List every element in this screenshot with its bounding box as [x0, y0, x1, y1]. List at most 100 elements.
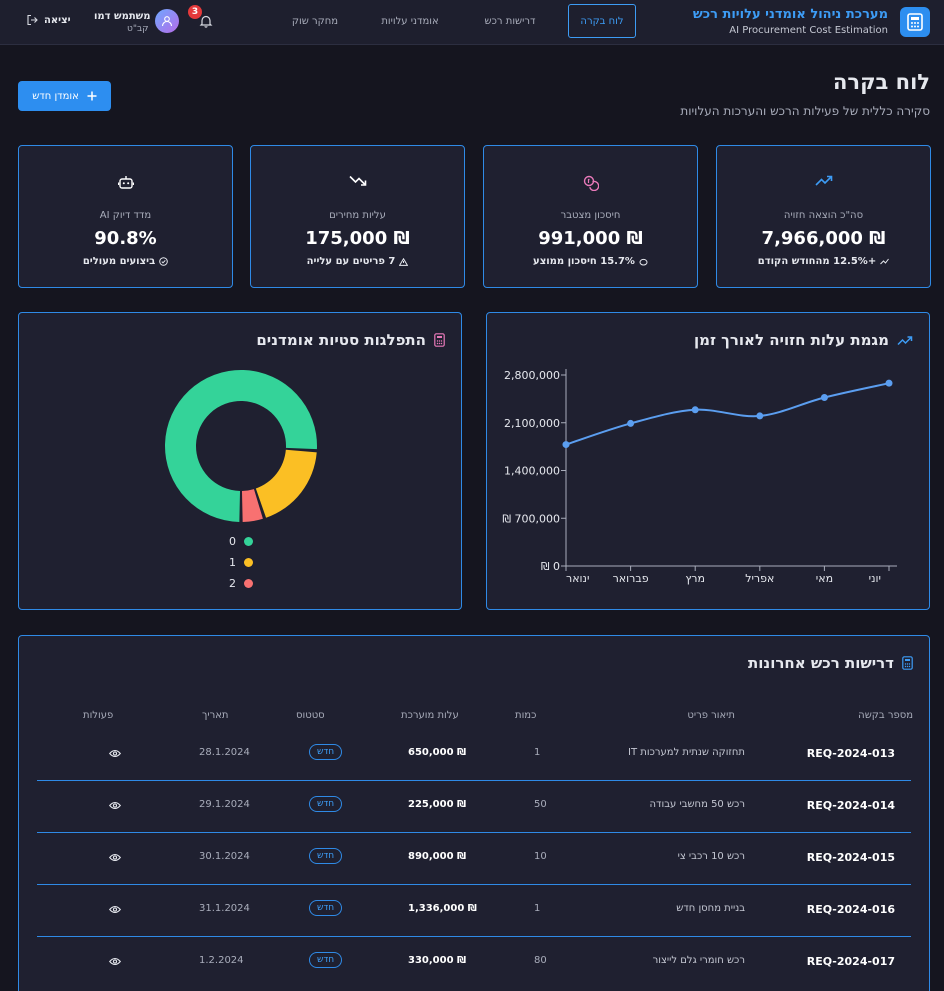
status-badge: חדש: [309, 900, 343, 916]
stat-footnote-text: ביצועים מעולים: [82, 256, 156, 267]
date: 30.1.2024: [199, 851, 250, 862]
legend-label: 1: [229, 556, 236, 569]
table-row: REQ-2024-017 רכש חומרי גלם לייצור 80 ₪ 3…: [37, 937, 911, 989]
page-subtitle: סקירה כללית של פעילות הרכש והערכות העלוי…: [680, 104, 930, 118]
item-description: בניית מחסן חדש: [676, 903, 745, 914]
estimated-cost: ₪ 330,000: [408, 955, 467, 966]
donut-legend: 0 1 2: [229, 531, 253, 594]
legend-dot: [244, 579, 253, 588]
stat-card-savings: חיסכון מצטבר ₪ 991,000 15.7% חיסכון ממוצ…: [483, 145, 698, 288]
table-row: REQ-2024-013 תחזוקה שנתית למערכות IT 1 ₪…: [37, 729, 911, 781]
request-id[interactable]: REQ-2024-014: [807, 799, 895, 812]
date: 1.2.2024: [199, 955, 244, 966]
user-icon: [161, 16, 173, 27]
y-tick-label: 2,100,000: [504, 417, 560, 430]
tab-market-research[interactable]: מחקר שוק: [280, 4, 350, 38]
user-role: קב"ט: [127, 24, 149, 34]
stat-value: ₪ 175,000: [305, 228, 410, 249]
col-header-actions: פעולות: [83, 710, 114, 721]
logout-button[interactable]: יציאה: [26, 14, 71, 26]
tab-cost-estimates[interactable]: אומדני עלויות: [368, 4, 452, 38]
request-id[interactable]: REQ-2024-013: [807, 747, 895, 760]
bell-icon[interactable]: [199, 14, 213, 28]
quantity: 1: [534, 903, 541, 914]
quantity: 1: [534, 747, 541, 758]
legend-dot: [244, 537, 253, 546]
trending-up-icon: [717, 175, 930, 191]
x-tick-label: ינואר: [566, 572, 589, 585]
date: 31.1.2024: [199, 903, 250, 914]
legend-label: 0: [229, 535, 236, 548]
data-point: [756, 412, 764, 420]
stat-footnote: ביצועים מעולים: [19, 256, 232, 267]
date: 29.1.2024: [199, 799, 250, 810]
stat-card-price-increases: עליות מחירים ₪ 175,000 7 פריטים עם עלייה: [250, 145, 465, 288]
avatar[interactable]: [155, 9, 179, 33]
stat-value: ₪ 7,966,000: [761, 228, 886, 249]
user-name: משתמש דמו: [94, 11, 151, 22]
robot-icon: [19, 175, 232, 191]
legend-label: 2: [229, 577, 236, 590]
donut-slice: [255, 449, 317, 518]
app-subtitle: AI Procurement Cost Estimation: [729, 25, 888, 36]
stat-footnote: 7 פריטים עם עלייה: [251, 256, 464, 267]
item-description: תחזוקה שנתית למערכות IT: [628, 747, 745, 758]
top-navbar: מערכת ניהול אומדני עלויות רכש AI Procure…: [0, 0, 944, 45]
y-tick-label: ₪ 700,000: [502, 512, 560, 525]
coins-icon: [484, 175, 697, 191]
table-row: REQ-2024-014 רכש 50 מחשבי עבודה 50 ₪ 225…: [37, 781, 911, 833]
stat-label: סה"כ הוצאה חזויה: [783, 210, 864, 221]
eye-icon[interactable]: [109, 853, 121, 862]
col-header-request-id: מספר בקשה: [858, 710, 913, 721]
stat-footnote-text: +12.5% מהחודש הקודם: [757, 256, 877, 267]
page-title: לוח בקרה: [833, 70, 930, 94]
line-chart-card: מגמת עלות חזויה לאורך זמן ₪ 0 ₪ 700,000 2,…: [486, 312, 930, 610]
stat-footnote: 15.7% חיסכון ממוצע: [484, 256, 697, 267]
new-estimate-label: אומדן חדש: [32, 90, 79, 102]
notification-badge: 3: [188, 5, 202, 19]
app-title: מערכת ניהול אומדני עלויות רכש: [692, 7, 888, 22]
table-title-text: דרישות רכש אחרונות: [748, 654, 894, 672]
stat-footnote: +12.5% מהחודש הקודם: [717, 256, 930, 267]
y-tick-label: 1,400,000: [504, 465, 560, 478]
col-header-description: תיאור פריט: [687, 710, 735, 721]
stat-card-total-spend: סה"כ הוצאה חזויה ₪ 7,966,000 +12.5% מהחו…: [716, 145, 931, 288]
request-id[interactable]: REQ-2024-015: [807, 851, 895, 864]
logout-label: יציאה: [44, 14, 71, 26]
legend-item: 1: [229, 552, 253, 573]
request-id[interactable]: REQ-2024-017: [807, 955, 895, 968]
plus-icon: [87, 91, 97, 101]
stat-card-ai-accuracy: מדד דיוק AI 90.8% ביצועים מעולים: [18, 145, 233, 288]
tab-procurement-requests[interactable]: דרישות רכש: [470, 4, 550, 38]
col-header-cost: עלות מוערכת: [401, 710, 459, 721]
estimated-cost: ₪ 1,336,000: [408, 903, 477, 914]
item-description: רכש חומרי גלם לייצור: [652, 955, 745, 966]
data-point: [820, 394, 828, 402]
quantity: 10: [534, 851, 547, 862]
quantity: 80: [534, 955, 547, 966]
warning-icon: [399, 257, 409, 266]
eye-icon[interactable]: [109, 957, 121, 966]
data-point: [885, 379, 893, 387]
tab-dashboard[interactable]: לוח בקרה: [568, 4, 636, 38]
eye-icon[interactable]: [109, 905, 121, 914]
new-estimate-button[interactable]: אומדן חדש: [18, 81, 111, 111]
table-title: דרישות רכש אחרונות: [748, 654, 913, 672]
calculator-icon: [902, 656, 913, 670]
x-tick-label: אפריל: [745, 572, 774, 585]
stat-label: עליות מחירים: [329, 210, 386, 221]
trending-down-icon: [251, 175, 464, 191]
stat-value: 90.8%: [94, 228, 157, 249]
col-header-date: תאריך: [202, 710, 229, 721]
date: 28.1.2024: [199, 747, 250, 758]
logout-icon: [27, 14, 38, 26]
eye-icon[interactable]: [109, 801, 121, 810]
series-line: [565, 382, 890, 446]
trend-icon: [880, 258, 890, 265]
request-id[interactable]: REQ-2024-016: [807, 903, 895, 916]
eye-icon[interactable]: [109, 749, 121, 758]
quantity: 50: [534, 799, 547, 810]
stat-footnote-text: 7 פריטים עם עלייה: [306, 256, 396, 267]
line-chart: ₪ 0 ₪ 700,000 2,100,000 1,400,000 2,800,000 י…: [502, 369, 897, 585]
requests-table-card: דרישות רכש אחרונות מספר בקשה תיאור פריט …: [18, 635, 930, 991]
